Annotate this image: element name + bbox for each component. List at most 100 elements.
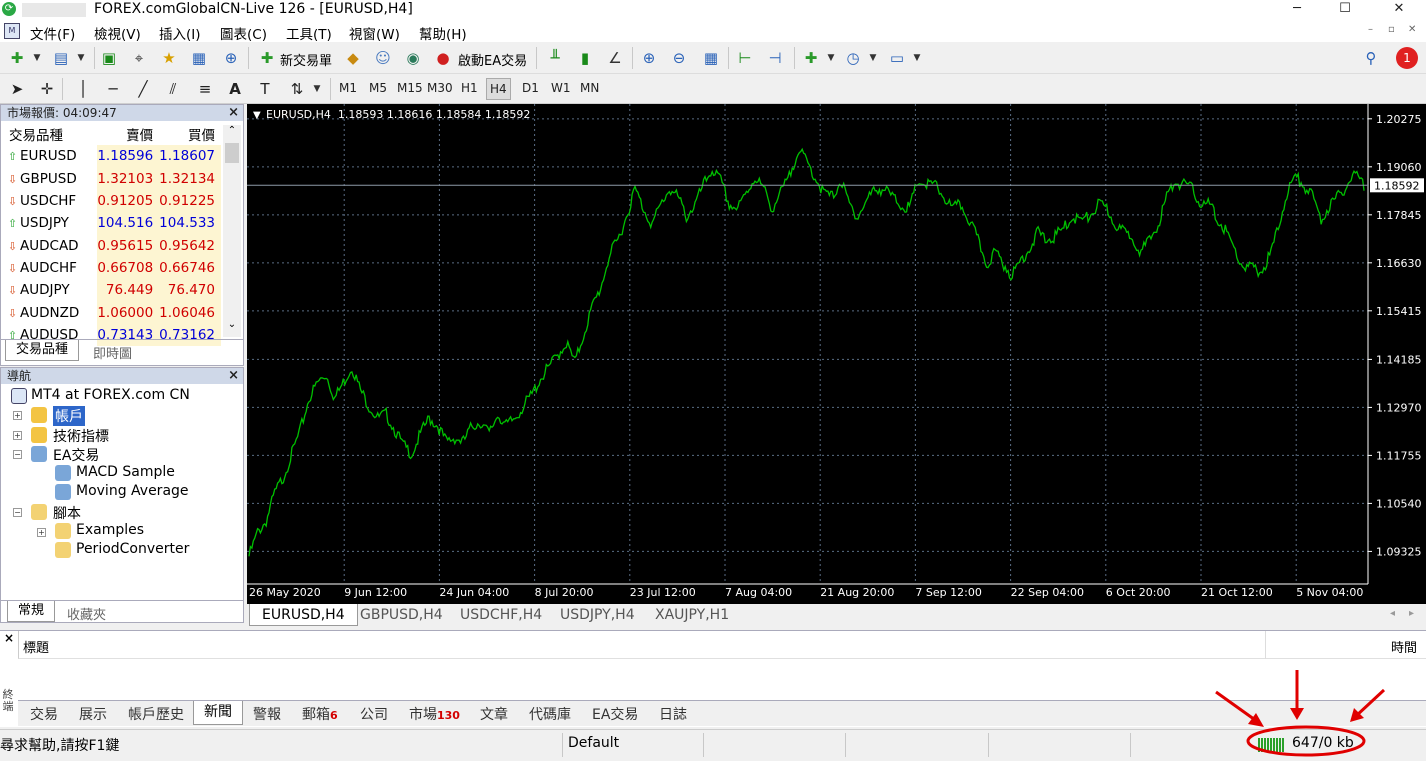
templates-icon[interactable]: ▭ <box>886 47 908 69</box>
search-icon[interactable]: ⚲ <box>1360 47 1382 69</box>
dropdown-arrow-icon[interactable]: ▼ <box>306 78 328 100</box>
periods-icon[interactable]: ◷ <box>842 47 864 69</box>
chart-tab-eurusd[interactable]: EURUSD,H4 <box>249 604 358 626</box>
market-watch-icon[interactable]: ▣ <box>98 47 120 69</box>
new-order-button[interactable]: 新交易單 <box>280 50 332 69</box>
profiles-icon[interactable]: ▤ <box>50 47 72 69</box>
close-button[interactable]: ✕ <box>1376 0 1422 20</box>
chart-window-icon[interactable]: M <box>4 23 20 39</box>
tab-common[interactable]: 常規 <box>7 601 56 622</box>
menu-window[interactable]: 視窗(W) <box>349 23 400 43</box>
chart-tab-usdjpy[interactable]: USDJPY,H4 <box>560 607 635 623</box>
dropdown-arrow-icon[interactable]: ▼ <box>70 47 92 69</box>
chart-tab-usdchf[interactable]: USDCHF,H4 <box>460 607 542 623</box>
terminal-tab-articles[interactable]: 文章 <box>480 704 508 724</box>
timeframe-w1[interactable]: W1 <box>551 81 571 95</box>
symbol-cell[interactable]: ⇩ AUDNZD <box>3 301 98 324</box>
nav-root[interactable]: MT4 at FOREX.com CN <box>31 387 190 403</box>
timeframe-h1[interactable]: H1 <box>461 81 478 95</box>
scroll-down-icon[interactable]: ⌄ <box>223 319 241 335</box>
terminal-icon[interactable]: ▦ <box>188 47 210 69</box>
market-watch-row[interactable]: ⇩ AUDNZD 1.06000 1.06046 <box>3 301 221 324</box>
column-header-bid[interactable]: 賣價 <box>97 123 159 145</box>
autoscroll-icon[interactable]: ⊢ <box>734 47 756 69</box>
market-watch-row[interactable]: ⇩ AUDCHF 0.66708 0.66746 <box>3 256 221 280</box>
zoom-in-icon[interactable]: ⊕ <box>638 47 660 69</box>
menu-help[interactable]: 幫助(H) <box>419 23 467 43</box>
equidistant-channel-icon[interactable]: ⫽ <box>162 78 184 100</box>
indicators-icon[interactable]: ✚ <box>800 47 822 69</box>
terminal-tab-code-base[interactable]: 代碼庫 <box>529 704 571 724</box>
new-order-icon[interactable]: ✚ <box>256 47 278 69</box>
nav-item-accounts[interactable]: 帳戶 <box>53 406 85 426</box>
horizontal-line-icon[interactable]: ─ <box>102 78 124 100</box>
arrows-icon[interactable]: ⇅ <box>286 78 308 100</box>
menu-charts[interactable]: 圖表(C) <box>220 23 267 43</box>
chart-tab-xaujpy[interactable]: XAUJPY,H1 <box>655 607 729 623</box>
vertical-line-icon[interactable]: │ <box>72 78 94 100</box>
crosshair-icon[interactable]: ✛ <box>36 78 58 100</box>
symbol-cell[interactable]: ⇩ AUDJPY <box>3 279 98 302</box>
minimize-button[interactable]: ─ <box>1274 0 1320 20</box>
child-close-button[interactable]: ✕ <box>1408 24 1416 35</box>
chart-window[interactable]: 1.20275 1.19060 1.17845 1.16630 1.15415 1.141… <box>247 104 1426 604</box>
timeframe-mn[interactable]: MN <box>580 81 599 95</box>
column-header-symbol[interactable]: 交易品種 <box>3 123 97 145</box>
timeframe-m30[interactable]: M30 <box>427 81 453 95</box>
price-chart[interactable]: 1.20275 1.19060 1.17845 1.16630 1.15415 1.141… <box>247 104 1426 604</box>
dropdown-arrow-icon[interactable]: ▼ <box>862 47 884 69</box>
column-header-title[interactable]: 標題 <box>23 637 49 656</box>
cursor-icon[interactable]: ➤ <box>6 78 28 100</box>
expand-icon[interactable]: + <box>13 431 22 440</box>
terminal-tab-mailbox[interactable]: 郵箱6 <box>302 704 338 724</box>
terminal-tab-experts[interactable]: EA交易 <box>592 704 638 724</box>
menu-file[interactable]: 文件(F) <box>30 23 75 43</box>
dropdown-arrow-icon[interactable]: ▼ <box>820 47 842 69</box>
menu-insert[interactable]: 插入(I) <box>159 23 201 43</box>
terminal-tab-trade[interactable]: 交易 <box>30 704 58 724</box>
maximize-button[interactable]: ☐ <box>1322 0 1368 20</box>
chart-shift-icon[interactable]: ⊣ <box>764 47 786 69</box>
symbol-cell[interactable]: ⇧ USDJPY <box>3 212 98 235</box>
nav-item-expert-advisors[interactable]: EA交易 <box>53 445 99 465</box>
notifications-badge[interactable]: 1 <box>1396 47 1418 69</box>
fibonacci-icon[interactable]: ≡ <box>194 78 216 100</box>
nav-item-examples[interactable]: Examples <box>76 522 144 538</box>
autotrading-button[interactable]: 啟動EA交易 <box>458 50 527 69</box>
expert-icon[interactable]: ☺ <box>372 47 394 69</box>
scroll-up-icon[interactable]: ⌃ <box>223 125 241 141</box>
text-label-icon[interactable]: T <box>254 78 276 100</box>
child-minimize-button[interactable]: – <box>1368 24 1373 35</box>
timeframe-m15[interactable]: M15 <box>397 81 423 95</box>
chart-menu-icon[interactable]: ▼ <box>253 110 261 121</box>
child-restore-button[interactable]: ▫ <box>1388 24 1395 35</box>
market-watch-row[interactable]: ⇧ USDJPY 104.516 104.533 <box>3 212 221 235</box>
bar-chart-icon[interactable]: ╨ <box>544 47 566 69</box>
market-watch-row[interactable]: ⇩ USDCHF 0.91205 0.91225 <box>3 189 221 213</box>
nav-item-macd-sample[interactable]: MACD Sample <box>76 464 175 480</box>
nav-item-scripts[interactable]: 腳本 <box>53 503 81 523</box>
tick-icon[interactable]: ◆ <box>342 47 364 69</box>
market-watch-row[interactable]: ⇩ GBPUSD 1.32103 1.32134 <box>3 167 221 190</box>
market-watch-row[interactable]: ⇧ EURUSD 1.18596 1.18607 <box>3 145 221 168</box>
market-watch-row[interactable]: ⇩ AUDCAD 0.95615 0.95642 <box>3 234 221 257</box>
close-icon[interactable]: × <box>4 631 14 645</box>
menu-tools[interactable]: 工具(T) <box>286 23 332 43</box>
menu-view[interactable]: 檢視(V) <box>94 23 141 43</box>
symbol-cell[interactable]: ⇩ USDCHF <box>3 189 98 213</box>
trendline-icon[interactable]: ╱ <box>132 78 154 100</box>
tile-windows-icon[interactable]: ▦ <box>700 47 722 69</box>
timeframe-h4[interactable]: H4 <box>486 78 511 100</box>
nav-item-indicators[interactable]: 技術指標 <box>53 426 109 446</box>
close-icon[interactable]: × <box>228 368 239 384</box>
tab-tick-chart[interactable]: 即時圖 <box>93 343 132 362</box>
terminal-tab-alerts[interactable]: 警報 <box>253 704 281 724</box>
symbol-cell[interactable]: ⇩ AUDCHF <box>3 256 98 280</box>
tab-favorites[interactable]: 收藏夾 <box>67 604 106 623</box>
close-icon[interactable]: × <box>228 105 239 121</box>
column-header-ask[interactable]: 買價 <box>159 123 221 145</box>
dropdown-arrow-icon[interactable]: ▼ <box>26 47 48 69</box>
terminal-tab-news[interactable]: 新聞 <box>193 701 243 725</box>
tab-scroll-left-icon[interactable]: ◂ <box>1390 608 1395 619</box>
terminal-tab-journal[interactable]: 日誌 <box>659 704 687 724</box>
